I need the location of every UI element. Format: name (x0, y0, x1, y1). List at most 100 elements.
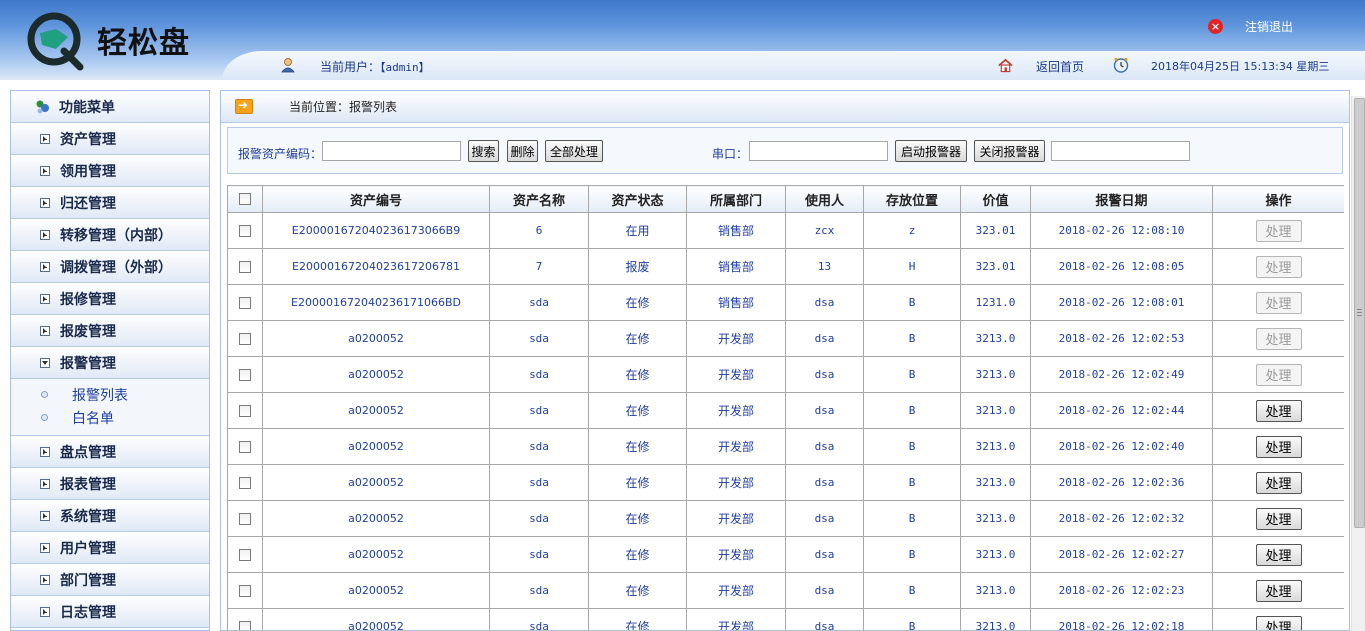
asset-name-cell: sda (489, 608, 589, 630)
row-checkbox[interactable] (239, 477, 251, 489)
expand-icon[interactable] (40, 606, 50, 617)
location-cell: B (863, 500, 961, 537)
process-button[interactable]: 处理 (1255, 435, 1302, 458)
process-button[interactable]: 处理 (1255, 579, 1302, 602)
logo-mark-icon (27, 12, 84, 71)
row-checkbox[interactable] (239, 369, 251, 381)
process-button[interactable]: 处理 (1255, 543, 1302, 566)
table-row: E20000167204023617206781 7 报废 销售部 13 H 323.01 2… (227, 248, 1344, 285)
user-cell: dsa (785, 608, 864, 630)
expand-icon[interactable] (40, 133, 50, 144)
delete-button[interactable]: 删除 (507, 140, 538, 162)
row-checkbox[interactable] (239, 513, 251, 525)
alarm-date-cell: 2018-02-26 12:02:32 (1030, 500, 1213, 537)
expand-icon[interactable] (40, 446, 50, 457)
row-checkbox[interactable] (239, 333, 251, 345)
expand-icon[interactable] (40, 478, 50, 489)
expand-icon[interactable] (40, 510, 50, 521)
table-row: a0200052 sda 在修 开发部 dsa B 3213.0 2018-02-26 12:… (227, 608, 1344, 630)
sidebar-item-label: 领用管理 (60, 163, 116, 180)
sidebar-item-scrap[interactable]: 报废管理 (11, 315, 209, 347)
sidebar-item-requisition[interactable]: 领用管理 (11, 155, 209, 187)
sidebar-item-inventory[interactable]: 盘点管理 (11, 436, 209, 468)
row-checkbox[interactable] (239, 621, 251, 630)
action-cell: 处理 (1212, 212, 1344, 249)
asset-code-cell: a0200052 (262, 428, 490, 465)
asset-status-cell: 在修 (588, 392, 687, 429)
asset-code-input[interactable] (322, 141, 461, 161)
row-checkbox[interactable] (239, 297, 251, 309)
home-link[interactable]: 返回首页 (1036, 58, 1084, 75)
breadcrumb: 当前位置：报警列表 (289, 100, 398, 114)
process-button[interactable]: 处理 (1255, 399, 1302, 422)
sidebar-item-alarm[interactable]: 报警管理 (11, 347, 209, 379)
sidebar-item-system[interactable]: 系统管理 (11, 500, 209, 532)
sidebar-item-asset[interactable]: 资产管理 (11, 123, 209, 155)
sidebar-item-repair[interactable]: 报修管理 (11, 283, 209, 315)
asset-name-cell: sda (489, 392, 589, 429)
process-all-button[interactable]: 全部处理 (545, 140, 603, 162)
process-button[interactable]: 处理 (1255, 507, 1302, 530)
value-cell: 3213.0 (960, 392, 1031, 429)
user-cell: dsa (785, 500, 864, 537)
process-button[interactable]: 处理 (1255, 291, 1302, 314)
col-location: 存放位置 (863, 185, 961, 213)
process-button[interactable]: 处理 (1255, 219, 1302, 242)
expand-icon[interactable] (40, 325, 50, 336)
search-button[interactable]: 搜索 (468, 140, 499, 162)
sidebar-item-user[interactable]: 用户管理 (11, 532, 209, 564)
expand-icon[interactable] (40, 165, 50, 176)
asset-name-cell: sda (489, 356, 589, 393)
row-checkbox[interactable] (239, 405, 251, 417)
sidebar-item-allocation-external[interactable]: 调拨管理（外部） (11, 251, 209, 283)
process-button[interactable]: 处理 (1255, 615, 1302, 630)
collapse-icon[interactable] (40, 357, 50, 368)
select-all-checkbox[interactable] (239, 193, 251, 205)
serial-port-input[interactable] (749, 141, 888, 161)
page-scrollbar[interactable] (1351, 96, 1365, 631)
sidebar-subitem-whitelist[interactable]: 白名单 (11, 406, 209, 429)
stop-alarm-button[interactable]: 关闭报警器 (974, 140, 1045, 162)
sidebar-item-log[interactable]: 日志管理 (11, 596, 209, 628)
table-row: E200001672040236171066BD sda 在修 销售部 dsa B 1231… (227, 284, 1344, 321)
process-button[interactable]: 处理 (1255, 327, 1302, 350)
subitem-label[interactable]: 报警列表 (72, 385, 128, 405)
user-cell: dsa (785, 572, 864, 609)
expand-icon[interactable] (40, 542, 50, 553)
scrollbar-thumb[interactable] (1354, 98, 1365, 528)
expand-icon[interactable] (40, 261, 50, 272)
expand-icon[interactable] (40, 293, 50, 304)
process-button[interactable]: 处理 (1255, 363, 1302, 386)
row-checkbox[interactable] (239, 585, 251, 597)
sidebar-subitem-alarm-list[interactable]: 报警列表 (11, 383, 209, 406)
row-checkbox[interactable] (239, 549, 251, 561)
expand-icon[interactable] (40, 574, 50, 585)
asset-code-cell: a0200052 (262, 536, 490, 573)
table-row: E200001672040236173066B9 6 在用 销售部 zcx z 323.01… (227, 212, 1344, 249)
row-checkbox[interactable] (239, 261, 251, 273)
value-cell: 3213.0 (960, 500, 1031, 537)
process-button[interactable]: 处理 (1255, 471, 1302, 494)
sidebar-item-report[interactable]: 报表管理 (11, 468, 209, 500)
row-checkbox[interactable] (239, 441, 251, 453)
expand-icon[interactable] (40, 229, 50, 240)
sidebar-item-label: 调拨管理（外部） (60, 259, 172, 276)
clock-icon (1113, 57, 1129, 73)
logout-label[interactable]: 注销退出 (1245, 18, 1293, 35)
sidebar-item-department[interactable]: 部门管理 (11, 564, 209, 596)
row-checkbox[interactable] (239, 225, 251, 237)
expand-icon[interactable] (40, 197, 50, 208)
logout-icon[interactable]: × (1208, 18, 1223, 34)
department-cell: 开发部 (686, 320, 786, 357)
process-button[interactable]: 处理 (1255, 255, 1302, 278)
subitem-label[interactable]: 白名单 (72, 408, 114, 428)
current-datetime: 2018年04月25日 15:13:34 星期三 (1151, 60, 1330, 73)
logout-link[interactable]: × 注销退出 (1208, 17, 1293, 35)
sidebar-item-return[interactable]: 归还管理 (11, 187, 209, 219)
alarm-status-input[interactable] (1051, 141, 1190, 161)
asset-status-cell: 在修 (588, 608, 687, 630)
home-icon[interactable] (998, 58, 1013, 73)
start-alarm-button[interactable]: 启动报警器 (895, 140, 967, 162)
sidebar-item-transfer-internal[interactable]: 转移管理（内部） (11, 219, 209, 251)
select-all-cell (227, 185, 263, 213)
